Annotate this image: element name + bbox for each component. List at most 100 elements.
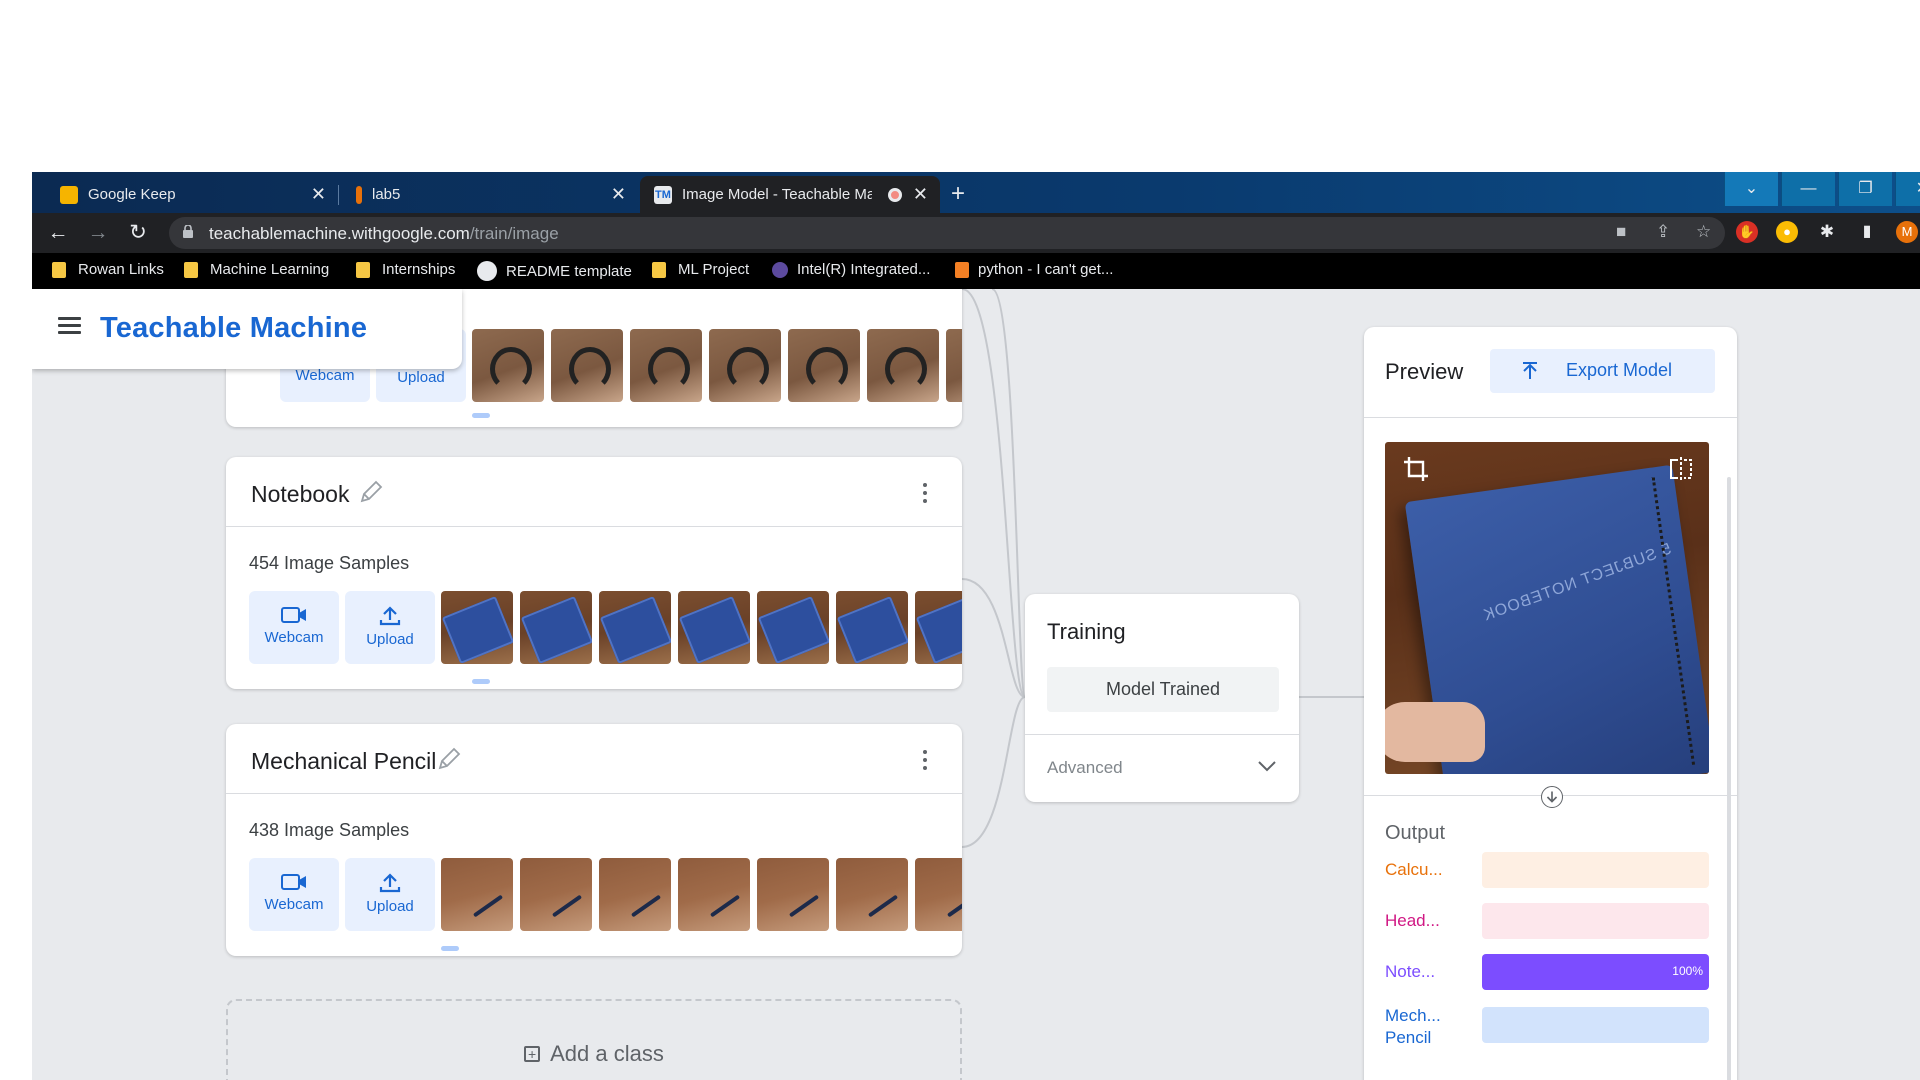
- class-card-header: Notebook: [226, 457, 962, 527]
- crop-icon[interactable]: [1403, 456, 1429, 482]
- share-icon[interactable]: ⇪: [1656, 222, 1670, 242]
- sample-thumbnail[interactable]: [678, 858, 750, 931]
- upload-button[interactable]: Upload: [345, 858, 435, 931]
- browser-toolbar: ← → ↻ teachablemachine.withgoogle.com/tr…: [32, 213, 1920, 253]
- add-class-label: + Add a class: [228, 1041, 960, 1067]
- bookmark-label: Machine Learning: [210, 261, 330, 278]
- extension-adblock-icon[interactable]: ✋: [1736, 221, 1758, 243]
- teachable-machine-icon: TM: [654, 185, 672, 204]
- sample-thumbnail[interactable]: [709, 329, 781, 402]
- connector-line: [961, 696, 1026, 848]
- thumbnail-scroll-indicator[interactable]: [472, 679, 490, 684]
- lock-icon: [183, 225, 193, 238]
- connector-line: [991, 289, 1026, 698]
- sample-thumbnail[interactable]: [520, 591, 592, 664]
- sidepanel-icon[interactable]: ▮: [1856, 221, 1878, 243]
- thumbnail-scroll-indicator[interactable]: [441, 946, 459, 951]
- class-card-header: Mechanical Pencil: [226, 724, 962, 794]
- forward-icon[interactable]: →: [84, 219, 112, 247]
- new-tab-button[interactable]: +: [944, 181, 972, 209]
- bookmark-ml-project[interactable]: ML Project: [652, 261, 749, 278]
- class-options-icon[interactable]: [922, 483, 928, 505]
- sample-thumbnail[interactable]: [836, 858, 908, 931]
- export-model-button[interactable]: Export Model: [1490, 349, 1715, 393]
- preview-scrollbar[interactable]: [1727, 477, 1731, 1080]
- back-icon[interactable]: ←: [44, 219, 72, 247]
- sample-thumbnail[interactable]: [757, 858, 829, 931]
- add-class-button[interactable]: + Add a class: [226, 999, 962, 1080]
- flip-camera-icon[interactable]: [1669, 456, 1693, 482]
- upload-button[interactable]: Upload: [345, 591, 435, 664]
- sample-thumbnail[interactable]: [630, 329, 702, 402]
- advanced-toggle[interactable]: Advanced: [1047, 758, 1123, 778]
- app-title[interactable]: Teachable Machine: [100, 312, 367, 345]
- sample-thumbnail[interactable]: [520, 858, 592, 931]
- close-tab-icon[interactable]: ✕: [311, 184, 326, 205]
- close-tab-icon[interactable]: ✕: [611, 184, 626, 205]
- sample-thumbnail[interactable]: [441, 591, 513, 664]
- sample-thumbnail[interactable]: [599, 858, 671, 931]
- puzzle-icon[interactable]: ✱: [1816, 221, 1838, 243]
- minimize-button[interactable]: —: [1781, 172, 1835, 206]
- class-options-icon[interactable]: [922, 750, 928, 772]
- webcam-button[interactable]: Webcam: [249, 591, 339, 664]
- sample-thumbnail[interactable]: [946, 329, 962, 402]
- sample-thumbnail[interactable]: [915, 858, 962, 931]
- hamburger-menu-icon[interactable]: [58, 317, 81, 335]
- sample-thumbnail[interactable]: [867, 329, 939, 402]
- profile-avatar[interactable]: M: [1896, 221, 1918, 243]
- sample-thumbnail[interactable]: [441, 858, 513, 931]
- sample-thumbnail[interactable]: [678, 591, 750, 664]
- tab-title: lab5: [372, 186, 401, 203]
- preview-panel: Preview Export Model Output Calcu... Head…: [1364, 327, 1737, 1080]
- lab5-icon: [356, 185, 362, 204]
- export-model-label: Export Model: [1566, 360, 1673, 380]
- teachable-machine-page: Teachable Machine Webcam Upload Notebook: [32, 289, 1920, 1080]
- restore-button[interactable]: ❐: [1838, 172, 1892, 206]
- upload-label: Upload: [366, 631, 414, 648]
- chevron-down-icon[interactable]: [1257, 756, 1277, 776]
- sample-thumbnail[interactable]: [757, 591, 829, 664]
- address-bar[interactable]: teachablemachine.withgoogle.com/train/im…: [169, 217, 1725, 249]
- sample-thumbnail[interactable]: [472, 329, 544, 402]
- output-row: Calcu...: [1385, 852, 1715, 888]
- edit-pencil-icon[interactable]: [358, 479, 384, 505]
- tab-search-button[interactable]: ⌄: [1724, 172, 1778, 206]
- class-name[interactable]: Mechanical Pencil: [251, 748, 436, 775]
- thumbnail-scroll-indicator[interactable]: [472, 413, 490, 418]
- tab-lab5[interactable]: lab5 ✕: [338, 176, 638, 213]
- bookmark-machine-learning[interactable]: Machine Learning: [184, 261, 329, 278]
- sample-thumbnail[interactable]: [551, 329, 623, 402]
- model-trained-button[interactable]: Model Trained: [1047, 667, 1279, 712]
- sample-thumbnail[interactable]: [599, 591, 671, 664]
- bookmark-readme-template[interactable]: README template: [477, 261, 632, 281]
- close-tab-icon[interactable]: ✕: [913, 184, 928, 205]
- sample-thumbnail[interactable]: [915, 591, 962, 664]
- edit-pencil-icon[interactable]: [436, 746, 462, 772]
- tab-google-keep[interactable]: Google Keep ✕: [46, 176, 339, 213]
- stackoverflow-icon: [955, 261, 969, 278]
- bookmark-rowan-links[interactable]: Rowan Links: [52, 261, 164, 278]
- star-icon[interactable]: ☆: [1696, 222, 1711, 242]
- class-name[interactable]: Notebook: [251, 481, 349, 508]
- sample-thumbnail[interactable]: [836, 591, 908, 664]
- app-header: Teachable Machine: [32, 289, 462, 369]
- tab-strip: Google Keep ✕ lab5 ✕ TM Image Model - Te…: [32, 172, 1920, 213]
- bookmark-python[interactable]: python - I can't get...: [955, 261, 1113, 278]
- sample-thumbnail[interactable]: [788, 329, 860, 402]
- tab-image-model[interactable]: TM Image Model - Teachable Ma ✕: [640, 176, 940, 213]
- folder-icon: [652, 261, 666, 278]
- close-window-button[interactable]: ✕: [1895, 172, 1920, 206]
- confidence-bar: [1482, 852, 1709, 888]
- reload-icon[interactable]: ↻: [124, 219, 152, 247]
- webcam-button[interactable]: Webcam: [249, 858, 339, 931]
- sample-thumbnails[interactable]: [472, 329, 962, 402]
- camera-icon[interactable]: ■: [1616, 222, 1626, 242]
- extension-icon[interactable]: ●: [1776, 221, 1798, 243]
- arrow-down-icon[interactable]: [1541, 786, 1563, 808]
- bookmark-internships[interactable]: Internships: [356, 261, 455, 278]
- bookmark-intel[interactable]: Intel(R) Integrated...: [772, 261, 930, 278]
- sample-thumbnails[interactable]: [441, 591, 962, 664]
- output-class-label: Note...: [1385, 962, 1436, 981]
- sample-thumbnails[interactable]: [441, 858, 962, 931]
